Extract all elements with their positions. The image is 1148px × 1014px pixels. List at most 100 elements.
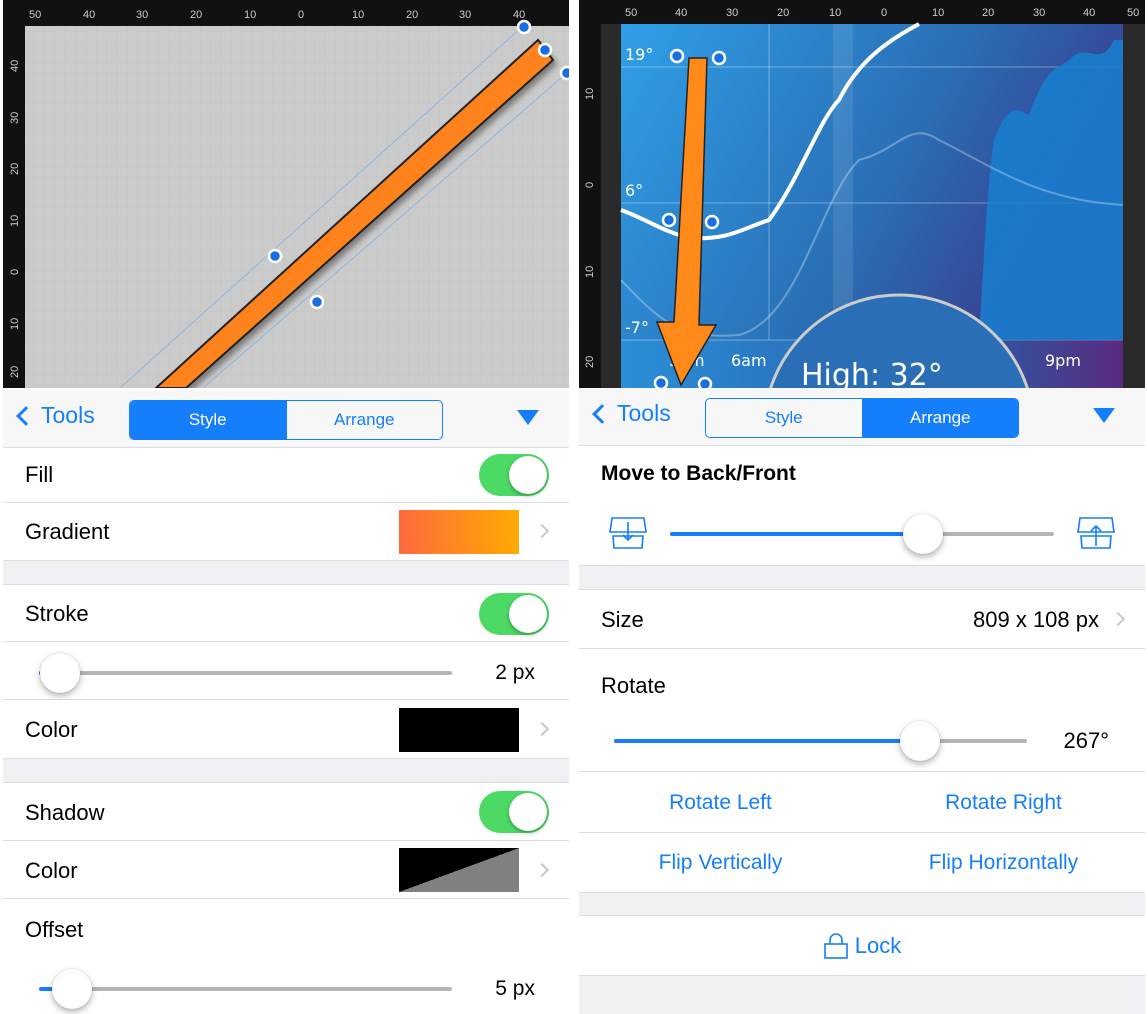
size-label: Size [601,607,644,632]
shadow-color-swatch[interactable] [399,848,519,892]
ruler-label: 10 [9,215,21,227]
temp-label: 6° [625,181,643,200]
ruler-label: 10 [352,9,364,21]
rotate-slider[interactable] [614,721,1027,761]
fill-toggle[interactable] [479,454,549,496]
stroke-width-slider[interactable] [39,653,452,693]
ruler-label: 20 [584,356,596,368]
ruler-label: 40 [675,7,687,19]
tab-arrange[interactable]: Arrange [861,399,1018,437]
section-gap [579,976,1145,1014]
move-title: Move to Back/Front [601,462,796,485]
ruler-label: 20 [982,7,994,19]
section-gap [3,561,569,585]
ruler-label: 40 [9,60,21,72]
selection-handle[interactable] [267,248,283,264]
ruler-label: 40 [1083,7,1095,19]
drawing-canvas[interactable]: 50 40 30 20 10 0 10 20 30 40 40 30 20 10… [3,0,569,388]
selection-handle[interactable] [516,19,532,35]
ruler-label: 30 [136,9,148,21]
tab-style[interactable]: Style [130,401,286,439]
arrange-panel-screen: 50 40 30 20 10 0 10 20 30 40 50 10 0 10 … [579,0,1145,1014]
selection-handle[interactable] [661,212,677,228]
selection-handle[interactable] [669,48,685,64]
ruler-label: 20 [190,9,202,21]
rotate-label: Rotate [601,673,666,698]
ruler-label: 40 [513,9,525,21]
chevron-right-icon [534,721,550,737]
fill-label: Fill [25,462,54,487]
section-gap [579,893,1145,916]
stroke-color-swatch[interactable] [399,708,519,752]
stroke-color-label: Color [25,717,78,742]
section-gap [3,759,569,783]
ruler-label: 50 [1127,7,1139,19]
selection-handle[interactable] [697,376,713,388]
flip-vertically-button[interactable]: Flip Vertically [579,851,862,875]
selection-handle[interactable] [653,375,669,388]
tools-back-button[interactable]: Tools [16,402,95,429]
ruler-label: 10 [584,266,596,278]
slider-thumb[interactable] [903,514,944,554]
layer-order-slider[interactable] [670,514,1054,554]
stroke-color-row[interactable]: Color [3,700,569,759]
ruler-label: 0 [9,269,21,275]
triangle-down-icon[interactable] [517,410,539,425]
gradient-row[interactable]: Gradient [3,503,569,561]
lock-label: Lock [854,933,902,958]
ruler-label: 10 [932,7,944,19]
slider-thumb[interactable] [39,653,80,693]
section-gap [579,566,1145,590]
triangle-down-icon[interactable] [1093,408,1115,423]
ruler-label: 40 [83,9,95,21]
ruler-label: 30 [9,112,21,124]
temp-label: -7° [625,318,649,337]
move-to-front-icon[interactable] [1077,516,1115,550]
drawing-canvas[interactable]: 50 40 30 20 10 0 10 20 30 40 50 10 0 10 … [579,0,1145,388]
selection-handle[interactable] [309,294,325,310]
lock-icon [823,933,848,959]
tab-arrange[interactable]: Arrange [285,401,443,439]
ruler-label: 30 [459,9,471,21]
shadow-toggle[interactable] [479,791,549,833]
selection-handle[interactable] [537,42,553,58]
rotate-right-button[interactable]: Rotate Right [862,791,1145,815]
flip-horizontally-button[interactable]: Flip Horizontally [862,851,1145,875]
ruler-label: 0 [881,7,887,19]
selection-handle[interactable] [711,50,727,66]
slider-thumb[interactable] [52,969,93,1009]
stroke-width-row: 2 px [3,642,569,700]
stroke-toggle[interactable] [479,593,549,635]
selection-handle[interactable] [559,65,569,81]
shadow-color-row[interactable]: Color [3,841,569,899]
selection-handle[interactable] [704,214,720,230]
slider-thumb[interactable] [899,721,940,761]
ruler-label: 20 [406,9,418,21]
stroke-row: Stroke [3,585,569,642]
segmented-control: Style Arrange [129,400,443,440]
gradient-label: Gradient [25,519,110,544]
size-row[interactable]: Size 809 x 108 px [579,590,1145,649]
tab-style[interactable]: Style [706,399,862,437]
lock-button[interactable]: Lock [579,916,1145,976]
ruler-label: 0 [584,182,596,188]
segmented-control: Style Arrange [705,398,1019,438]
rotate-value: 267° [1063,728,1109,753]
ruler-label: 20 [777,7,789,19]
high-temp-label: High: 32° [801,358,943,388]
offset-slider[interactable] [39,969,452,1009]
chevron-right-icon [534,862,550,878]
rotate-left-button[interactable]: Rotate Left [579,791,862,815]
canvas-svg: 50 40 30 20 10 0 10 20 30 40 50 10 0 10 … [579,0,1145,388]
chevron-left-icon [16,405,36,426]
toolbar: Tools Style Arrange [3,390,569,448]
rotate-buttons-row: Rotate Left Rotate Right [579,772,1145,833]
tools-back-button[interactable]: Tools [592,400,671,427]
offset-value: 5 px [495,977,535,1000]
ruler-label: 50 [29,9,41,21]
gradient-swatch[interactable] [399,510,519,554]
move-section: Move to Back/Front [579,446,1145,566]
move-to-back-icon[interactable] [609,516,647,550]
canvas-svg: 50 40 30 20 10 0 10 20 30 40 40 30 20 10… [9,9,569,388]
time-label: 9pm [1045,351,1081,370]
